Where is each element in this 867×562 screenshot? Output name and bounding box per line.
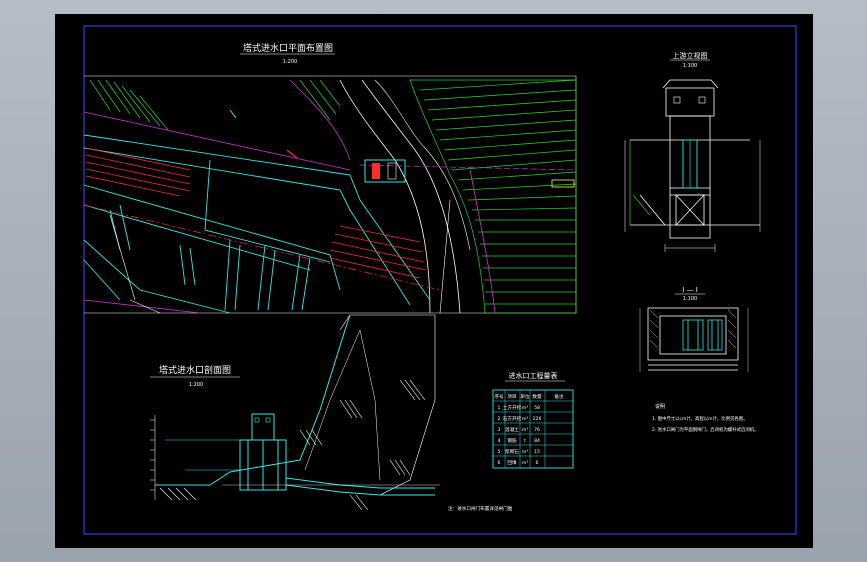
cad-drawing-canvas: 塔式进水口平面布置图 1:200 塔式进水口剖面图 1:200 上游立视图 1:… <box>55 14 813 548</box>
table-cell: m³ <box>522 460 528 466</box>
drawing-sheet <box>55 14 813 548</box>
cut-scale: 1:100 <box>683 296 697 302</box>
plan-title: 塔式进水口平面布置图 <box>243 42 333 54</box>
table-cell: 回填 <box>507 459 517 466</box>
notes-item: 2. 进水口闸门为平面钢闸门，启闭机为螺杆式启闭机。 <box>652 426 759 433</box>
table-cell: 混凝土 <box>505 426 519 433</box>
table-header: 序号 <box>494 393 504 400</box>
table-cell: 226 <box>533 416 542 422</box>
footnote: 注：进水口闸门布置详见闸门图 <box>448 505 513 512</box>
table-cell: 58 <box>534 405 540 411</box>
table-cell: 1 <box>498 405 501 411</box>
table-cell: 石方开挖 <box>503 415 522 422</box>
table-cell: m³ <box>522 427 528 433</box>
section-scale: 1:200 <box>189 382 203 388</box>
table-header: 单位 <box>520 393 530 400</box>
notes-head: 说明 <box>655 403 665 410</box>
table-cell: m³ <box>522 416 528 422</box>
table-header: 备注 <box>554 393 564 400</box>
table-cell: 3 <box>498 427 501 433</box>
table-title: 进水口工程量表 <box>509 371 558 380</box>
table-cell: m³ <box>522 449 528 455</box>
table-cell: 6 <box>536 460 539 466</box>
table-cell: 土方开挖 <box>503 404 522 411</box>
section-title: 塔式进水口剖面图 <box>159 364 231 376</box>
table-cell: 6 <box>498 460 501 466</box>
elevation-title: 上游立视图 <box>673 51 708 60</box>
elevation-scale: 1:100 <box>683 63 697 69</box>
table-cell: 浆砌石 <box>505 448 519 455</box>
table-cell: 钢筋 <box>507 437 517 444</box>
table-cell: 15 <box>534 449 540 455</box>
table-cell: m³ <box>522 405 528 411</box>
cut-label: I — I <box>682 286 698 294</box>
notes-item: 1. 图中尺寸以cm计，高程以m计，比例见各图。 <box>652 415 748 422</box>
table-cell: 2 <box>498 416 501 422</box>
table-cell: 5 <box>498 449 501 455</box>
table-cell: t <box>524 438 526 444</box>
table-cell: 84 <box>534 438 540 444</box>
table-cell: 4 <box>498 438 501 444</box>
plan-scale: 1:200 <box>283 59 297 65</box>
table-cell: 76 <box>534 427 540 433</box>
table-header: 项目 <box>507 394 516 400</box>
table-header: 数量 <box>532 393 542 400</box>
